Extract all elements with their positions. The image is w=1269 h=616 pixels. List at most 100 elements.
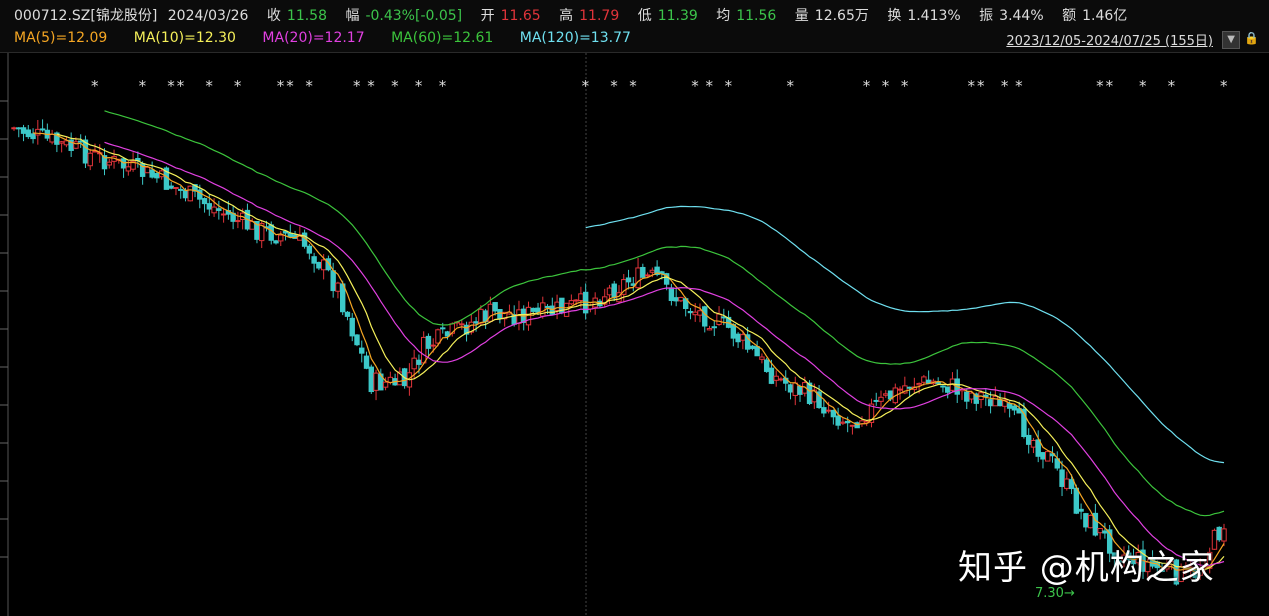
kline-chart[interactable]: * * * * * * * * * * * * * * * * * * * * * * * * * * * * * * * * *	[0, 53, 1269, 616]
candle-body	[1097, 528, 1103, 534]
candle-body	[692, 311, 698, 316]
candle-body	[1045, 451, 1051, 462]
candle-body	[754, 346, 760, 357]
star-marker: *	[786, 77, 794, 95]
candle-body	[216, 208, 222, 211]
candle-body	[678, 296, 684, 302]
ma120-legend[interactable]: MA(120)=13.77	[520, 30, 631, 46]
candle-body	[278, 234, 284, 242]
candle-body	[359, 347, 365, 354]
candle-body	[220, 213, 227, 216]
star-marker: *	[629, 77, 637, 95]
star-marker: *	[415, 77, 423, 95]
ma60-legend[interactable]: MA(60)=12.61	[391, 30, 493, 46]
candle-body	[964, 391, 970, 402]
ma10-legend[interactable]: MA(10)=12.30	[134, 30, 236, 46]
quote-info-row: 000712.SZ[锦龙股份] 2024/03/26 收 11.58 幅 -0.43…	[14, 5, 1133, 25]
candle-body	[354, 334, 360, 346]
star-marker: *	[863, 77, 871, 95]
candle-body	[363, 355, 370, 369]
candle-body	[39, 128, 46, 131]
high-value: 11.79	[579, 8, 620, 24]
star-marker: *	[439, 77, 447, 95]
star-marker: *	[882, 77, 890, 95]
candle-body	[878, 396, 884, 402]
star-marker: *	[977, 77, 985, 95]
open-value: 11.65	[500, 8, 541, 24]
candle-body	[987, 399, 994, 407]
ma20-legend[interactable]: MA(20)=12.17	[262, 30, 364, 46]
star-marker: *	[901, 77, 909, 95]
candle-body	[673, 297, 679, 302]
candle-body	[125, 166, 132, 172]
lock-icon[interactable]: 🔒	[1244, 31, 1259, 45]
star-marker: *	[177, 77, 185, 95]
candle-body	[316, 261, 322, 269]
candle-body	[430, 344, 436, 347]
candle-body	[849, 424, 856, 427]
star-marker: *	[91, 77, 99, 95]
watermark: 知乎 @机构之家	[958, 548, 1215, 588]
candle-body	[30, 133, 36, 140]
candle-body	[1221, 528, 1227, 542]
open-label: 开	[480, 8, 495, 24]
candle-body	[716, 313, 722, 325]
candle-body	[578, 293, 584, 301]
candle-body	[835, 415, 841, 426]
star-marker: *	[610, 77, 618, 95]
candle-body	[1073, 487, 1080, 514]
candle-body	[706, 327, 713, 331]
candle-body	[349, 317, 355, 337]
candle-body	[697, 310, 703, 316]
candle-body	[49, 133, 55, 143]
close-label: 收	[266, 8, 281, 24]
candle-body	[235, 220, 241, 223]
star-marker: *	[1168, 77, 1176, 95]
candle-body	[830, 409, 837, 418]
candle-body	[211, 206, 217, 214]
candle-body	[416, 359, 422, 365]
candle-body	[821, 407, 827, 414]
candle-body	[16, 127, 22, 130]
candle-body	[335, 282, 341, 292]
star-marker: *	[391, 77, 399, 95]
candle-body	[1030, 439, 1037, 448]
change-value: -0.43%[-0.05]	[365, 8, 463, 24]
star-marker: *	[1106, 77, 1114, 95]
stock-code-name[interactable]: 000712.SZ[锦龙股份]	[14, 8, 157, 24]
ma5-legend[interactable]: MA(5)=12.09	[14, 30, 107, 46]
candle-body	[773, 375, 779, 381]
candle-body	[182, 190, 189, 199]
star-marker: *	[1001, 77, 1009, 95]
candle-body	[997, 399, 1003, 407]
candle-body	[983, 394, 989, 398]
candle-body	[306, 245, 313, 254]
star-marker: *	[1220, 77, 1228, 95]
quote-date: 2024/03/26	[167, 8, 249, 24]
star-marker: *	[582, 77, 590, 95]
candle-body	[554, 301, 560, 311]
candle-body	[702, 306, 708, 327]
avg-label: 均	[716, 8, 731, 24]
candle-body	[611, 283, 617, 299]
date-range-selector[interactable]: 2023/12/05-2024/07/25 (155日)	[1006, 30, 1213, 49]
candle-body	[797, 385, 803, 395]
candle-body	[154, 173, 160, 179]
candle-body	[420, 336, 427, 364]
star-marker: *	[1015, 77, 1023, 95]
candle-body	[906, 386, 913, 389]
header-controls: ▼ 🔒	[1218, 31, 1259, 49]
candle-body	[87, 152, 93, 167]
candle-body	[644, 274, 651, 277]
candle-body	[1083, 513, 1089, 528]
candle-body	[968, 392, 975, 400]
candle-body	[935, 381, 941, 384]
candle-body	[649, 269, 656, 273]
chevron-down-icon[interactable]: ▼	[1222, 31, 1241, 49]
candle-body	[711, 326, 717, 329]
amplitude-value: 3.44%	[999, 8, 1044, 24]
candle-body	[20, 127, 27, 134]
volume-label: 量	[794, 8, 809, 24]
candle-body	[425, 335, 432, 349]
candle-body	[687, 310, 694, 314]
